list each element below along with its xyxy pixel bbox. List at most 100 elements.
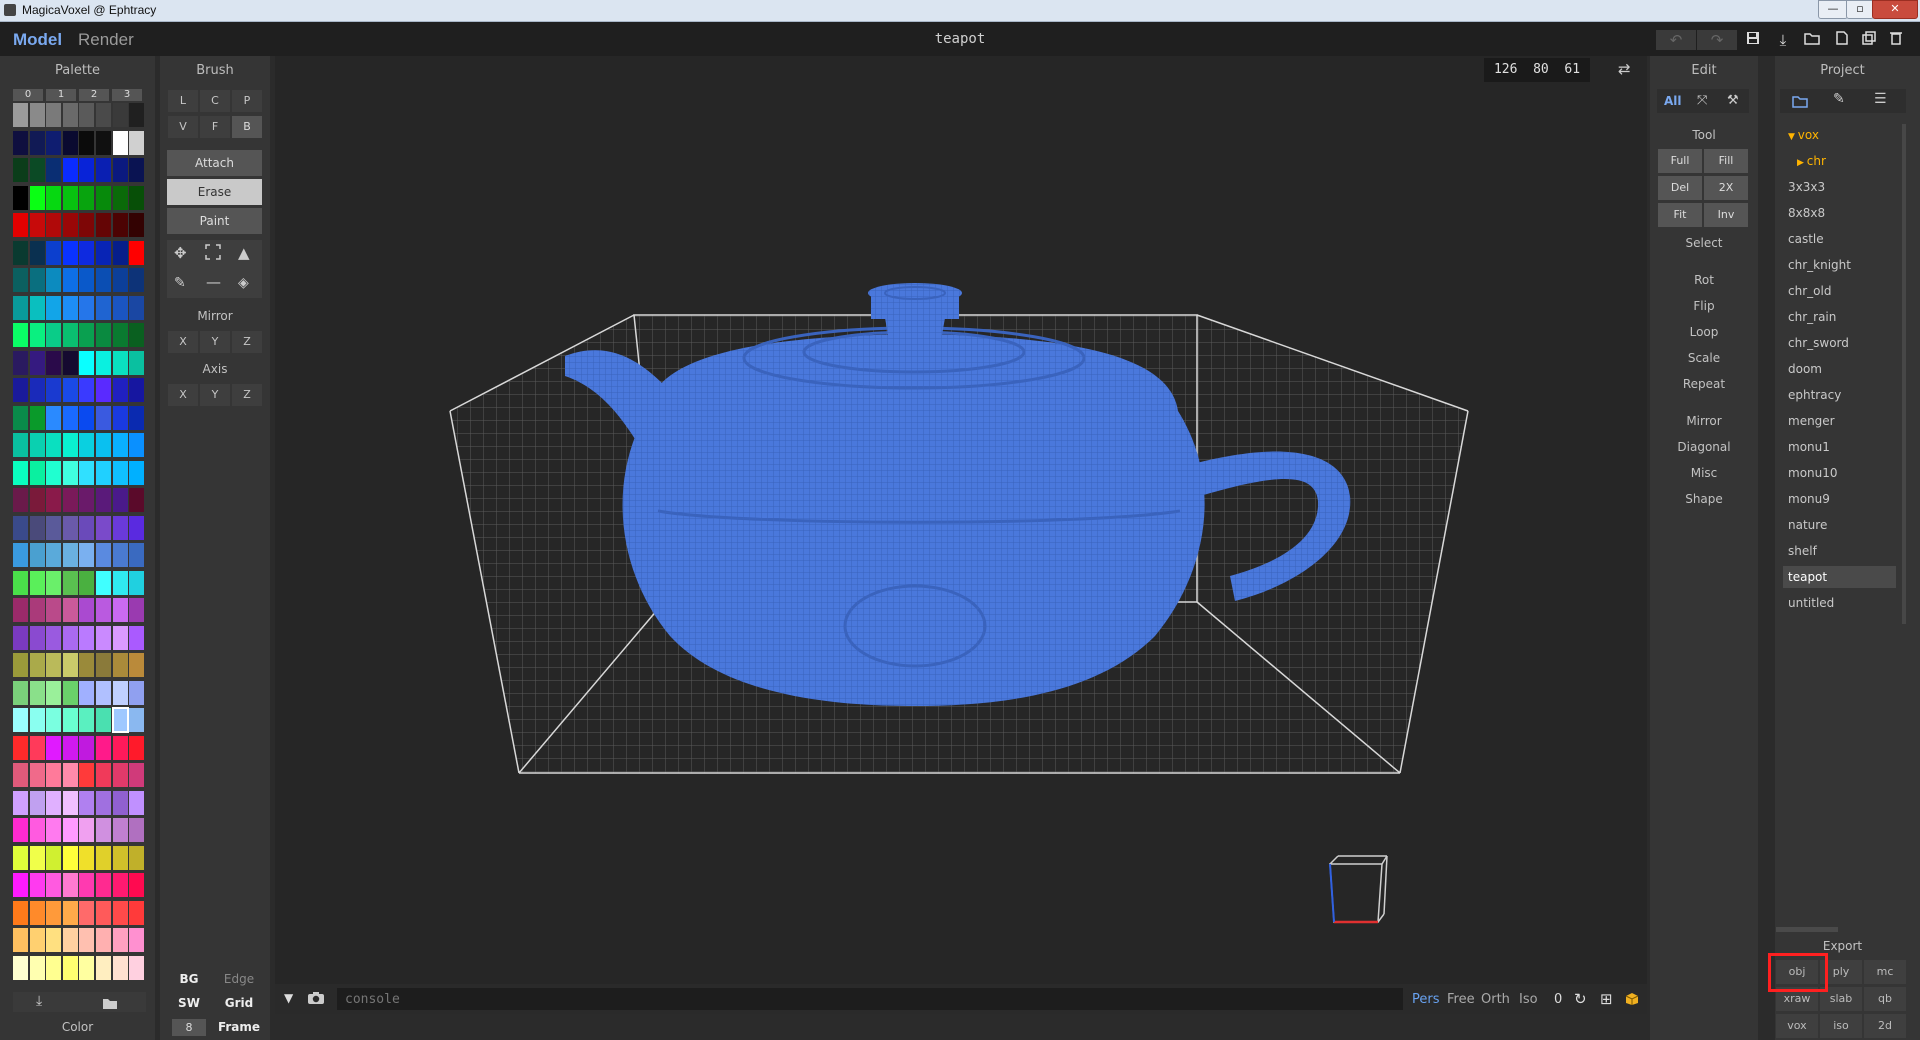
palette-swatch[interactable] [112,873,128,897]
palette-swatch[interactable] [46,653,62,677]
edit-loop[interactable]: Loop [1650,325,1758,339]
palette-swatch[interactable] [79,460,95,485]
palette-swatch[interactable] [111,707,129,733]
palette-swatch[interactable] [46,818,62,842]
palette-swatch[interactable] [96,515,111,540]
palette-swatch[interactable] [13,405,28,430]
palette-swatch[interactable] [96,268,111,292]
palette-swatch[interactable] [96,378,111,402]
palette-swatch[interactable] [129,405,145,430]
project-file-chr-sword[interactable]: chr_sword [1783,332,1896,354]
palette-swatch[interactable] [129,735,145,760]
palette-swatch[interactable] [96,213,111,237]
palette-swatch[interactable] [13,103,28,127]
export-2d[interactable]: 2d [1864,1014,1906,1038]
tool-del[interactable]: Del [1658,176,1702,200]
project-file-chr-rain[interactable]: chr_rain [1783,306,1896,328]
frame-value[interactable]: 8 [172,1019,206,1036]
palette-swatch[interactable] [112,653,128,677]
palette-swatch[interactable] [129,598,145,622]
project-file-ephtracy[interactable]: ephtracy [1783,384,1896,406]
palette-swatch[interactable] [129,790,145,815]
palette-swatch[interactable] [112,130,128,155]
palette-swatch[interactable] [13,185,28,210]
palette-swatch[interactable] [29,900,45,925]
brush-mode-p[interactable]: P [232,90,262,112]
palette-swatch[interactable] [79,625,95,650]
palette-swatch[interactable] [62,103,78,127]
select-box-icon[interactable] [205,244,221,264]
palette-swatch[interactable] [29,378,45,402]
project-hscrollbar[interactable] [1776,927,1838,932]
palette-swatch[interactable] [62,350,78,375]
palette-swatch[interactable] [29,680,45,705]
palette-swatch[interactable] [46,598,62,622]
palette-swatch[interactable] [29,488,45,512]
palette-swatch[interactable] [79,433,95,457]
palette-swatch[interactable] [13,955,28,980]
palette-swatch[interactable] [96,818,111,842]
palette-swatch[interactable] [29,543,45,567]
palette-swatch[interactable] [13,350,28,375]
palette-swatch[interactable] [96,543,111,567]
palette-swatch[interactable] [96,625,111,650]
export-icon[interactable]: ⤓ [1772,30,1794,50]
palette-swatch[interactable] [46,488,62,512]
palette-swatch[interactable] [13,158,28,182]
edit-shape[interactable]: Shape [1650,492,1758,506]
palette-swatch[interactable] [13,543,28,567]
palette-swatch[interactable] [46,515,62,540]
palette-swatch[interactable] [46,323,62,347]
palette-swatch[interactable] [129,900,145,925]
palette-swatch[interactable] [79,103,95,127]
palette-swatch[interactable] [112,515,128,540]
palette-tab-3[interactable]: 3 [112,89,142,101]
palette-swatch[interactable] [96,653,111,677]
palette-swatch[interactable] [46,680,62,705]
project-file-3x3x3[interactable]: 3x3x3 [1783,176,1896,198]
palette-swatch[interactable] [46,268,62,292]
reset-view-icon[interactable]: ↻ [1574,990,1587,1008]
palette-swatch[interactable] [96,570,111,595]
sw-toggle[interactable]: SW [172,996,206,1010]
tool-fill[interactable]: Fill [1704,149,1748,173]
palette-swatch[interactable] [96,350,111,375]
palette-swatch[interactable] [129,708,145,732]
palette-swatch[interactable] [129,845,145,870]
palette-swatch[interactable] [129,928,145,952]
project-file-monu10[interactable]: monu10 [1783,462,1896,484]
palette-swatch[interactable] [29,928,45,952]
palette-swatch[interactable] [79,845,95,870]
palette-swatch[interactable] [112,845,128,870]
palette-swatch[interactable] [129,955,145,980]
palette-swatch[interactable] [129,625,145,650]
paint-button[interactable]: Paint [167,208,262,234]
palette-swatch[interactable] [96,955,111,980]
palette-swatch[interactable] [62,763,78,787]
palette-swatch[interactable] [46,708,62,732]
swap-icon[interactable]: ⇄ [1618,60,1631,78]
palette-swatch[interactable] [29,818,45,842]
palette-swatch[interactable] [129,185,145,210]
tool-2x[interactable]: 2X [1704,176,1748,200]
palette-swatch[interactable] [46,103,62,127]
palette-swatch[interactable] [96,405,111,430]
palette-swatch[interactable] [129,268,145,292]
palette-swatch[interactable] [129,515,145,540]
palette-swatch[interactable] [129,103,145,127]
project-file-untitled[interactable]: untitled [1783,592,1896,614]
palette-swatch[interactable] [46,185,62,210]
edit-select[interactable]: Select [1650,236,1758,250]
palette-swatch[interactable] [79,790,95,815]
brush-mode-v[interactable]: V [168,116,198,138]
palette-swatch[interactable] [79,873,95,897]
palette-swatch[interactable] [13,488,28,512]
palette-swatch[interactable] [96,928,111,952]
tool-fit[interactable]: Fit [1658,203,1702,227]
palette-swatch[interactable] [29,763,45,787]
palette-swatch[interactable] [79,268,95,292]
palette-swatch[interactable] [129,323,145,347]
bg-toggle[interactable]: BG [172,972,206,986]
palette-swatch[interactable] [62,515,78,540]
palette-swatch[interactable] [96,790,111,815]
